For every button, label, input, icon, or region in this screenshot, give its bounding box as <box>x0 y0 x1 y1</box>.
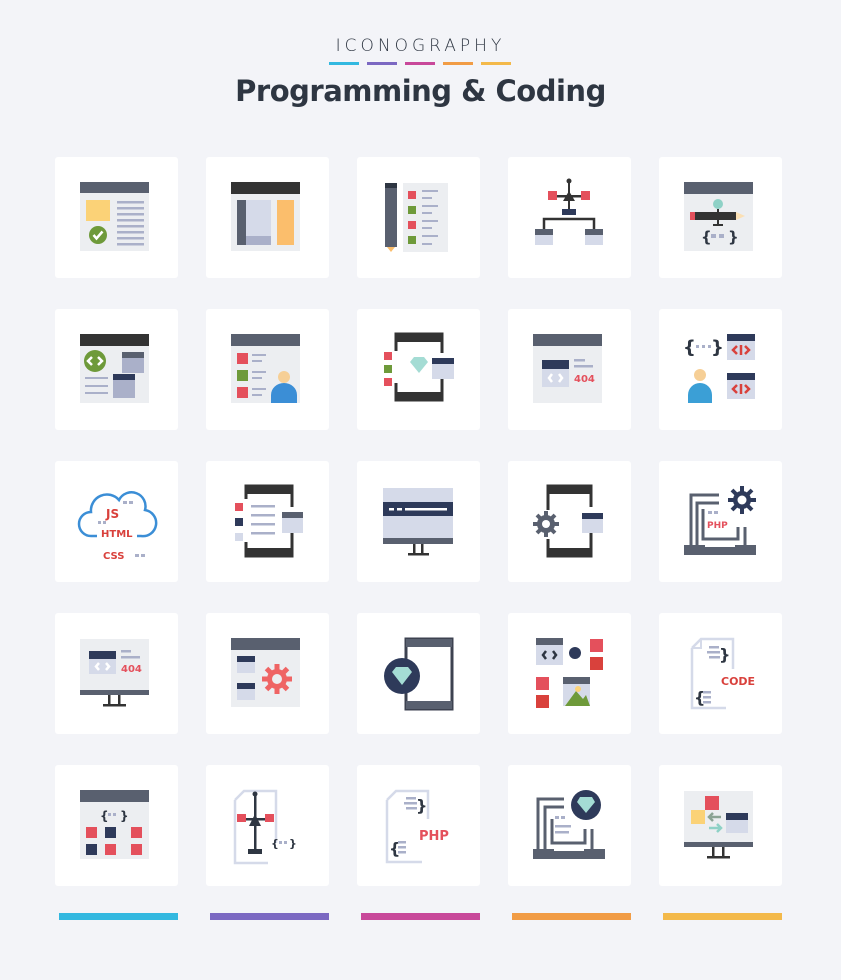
footer-bar-1 <box>59 913 178 920</box>
stripe-3 <box>405 62 435 65</box>
icon-tile[interactable] <box>508 613 631 734</box>
footer-color-bars <box>59 913 782 920</box>
laptop-diamond-icon <box>533 790 605 859</box>
svg-text:{: { <box>701 228 712 246</box>
svg-text:JS: JS <box>105 507 119 521</box>
icon-tile[interactable]: JS HTML CSS <box>55 461 178 582</box>
svg-text:404: 404 <box>121 664 142 675</box>
svg-text:{: { <box>100 809 109 823</box>
icon-tile[interactable] <box>55 157 178 278</box>
svg-text:}: } <box>120 809 129 823</box>
svg-text:}: } <box>416 796 427 815</box>
laptop-php-settings-icon: PHP <box>684 486 756 555</box>
icon-tile[interactable] <box>206 613 329 734</box>
svg-text:CODE: CODE <box>721 675 755 688</box>
mobile-settings-code-icon <box>533 484 603 558</box>
mobile-diamond-icon <box>384 637 454 711</box>
icon-tile[interactable]: PHP <box>659 461 782 582</box>
stripe-2 <box>367 62 397 65</box>
icon-grid: { } 404 {} JS HTML CSS PHP 404} {CODE… <box>55 157 782 886</box>
web-design-code-icon: { } <box>684 182 753 251</box>
mobile-sketch-icon <box>384 332 454 402</box>
monitor-browser-icon <box>383 488 453 556</box>
monitor-transfer-icon <box>684 791 753 859</box>
code-hierarchy-icon <box>535 178 603 245</box>
icon-tile[interactable]: { } <box>206 765 329 886</box>
icon-tile[interactable]: { } <box>659 157 782 278</box>
footer-bar-3 <box>361 913 480 920</box>
page-title: Programming & Coding <box>235 74 606 108</box>
icon-tile[interactable] <box>357 309 480 430</box>
stripe-5 <box>481 62 511 65</box>
monitor-404-icon: 404 <box>80 639 149 707</box>
pencil-checklist-icon <box>385 183 448 252</box>
svg-text:PHP: PHP <box>707 521 728 531</box>
php-file-icon: } { PHP <box>385 789 449 864</box>
footer-bar-4 <box>512 913 631 920</box>
stripe-4 <box>443 62 473 65</box>
web-page-approved-icon <box>80 182 149 251</box>
svg-text:}: } <box>289 837 297 850</box>
web-layout-icon <box>231 182 300 251</box>
cloud-js-html-css-icon: JS HTML CSS <box>77 491 158 562</box>
icon-tile[interactable]: { } <box>659 309 782 430</box>
icon-tile[interactable]: 404 <box>55 613 178 734</box>
icon-tile[interactable] <box>357 157 480 278</box>
icon-tile[interactable]: { } <box>55 765 178 886</box>
file-vector-code-icon: { } <box>233 789 297 865</box>
stripe-1 <box>329 62 359 65</box>
svg-text:{: { <box>683 337 696 358</box>
icon-tile[interactable] <box>508 765 631 886</box>
code-file-icon: } { CODE <box>690 637 755 710</box>
brand-stripes <box>329 62 511 65</box>
developer-code-icon: { } <box>683 334 755 403</box>
icon-tile[interactable] <box>357 461 480 582</box>
icon-tile[interactable] <box>55 309 178 430</box>
icon-tile[interactable]: 404 <box>508 309 631 430</box>
icon-tile[interactable] <box>508 461 631 582</box>
svg-text:HTML: HTML <box>101 529 133 540</box>
footer-bar-2 <box>210 913 329 920</box>
brand-label: ICONOGRAPHY <box>335 36 506 56</box>
icon-tile[interactable] <box>659 765 782 886</box>
code-image-blocks-icon <box>536 638 603 708</box>
svg-text:}: } <box>719 645 730 664</box>
footer-bar-5 <box>663 913 782 920</box>
svg-text:}: } <box>711 337 724 358</box>
browser-code-settings-icon <box>231 638 300 707</box>
browser-404-icon: 404 <box>533 334 602 403</box>
browser-blocks-icon: { } <box>80 790 149 859</box>
browser-code-windows-icon <box>80 334 149 403</box>
icon-tile[interactable] <box>206 309 329 430</box>
svg-text:CSS: CSS <box>103 551 124 562</box>
icon-tile[interactable]: } { CODE <box>659 613 782 734</box>
mobile-list-code-icon <box>235 484 303 558</box>
svg-text:{: { <box>271 837 279 850</box>
svg-text:}: } <box>728 228 739 246</box>
icon-tile[interactable] <box>508 157 631 278</box>
svg-text:PHP: PHP <box>419 829 449 844</box>
icon-tile[interactable] <box>206 157 329 278</box>
icon-tile[interactable] <box>357 613 480 734</box>
icon-tile[interactable]: } { PHP <box>357 765 480 886</box>
browser-user-list-icon <box>231 334 300 403</box>
icon-tile[interactable] <box>206 461 329 582</box>
error-code-label: 404 <box>574 374 595 385</box>
